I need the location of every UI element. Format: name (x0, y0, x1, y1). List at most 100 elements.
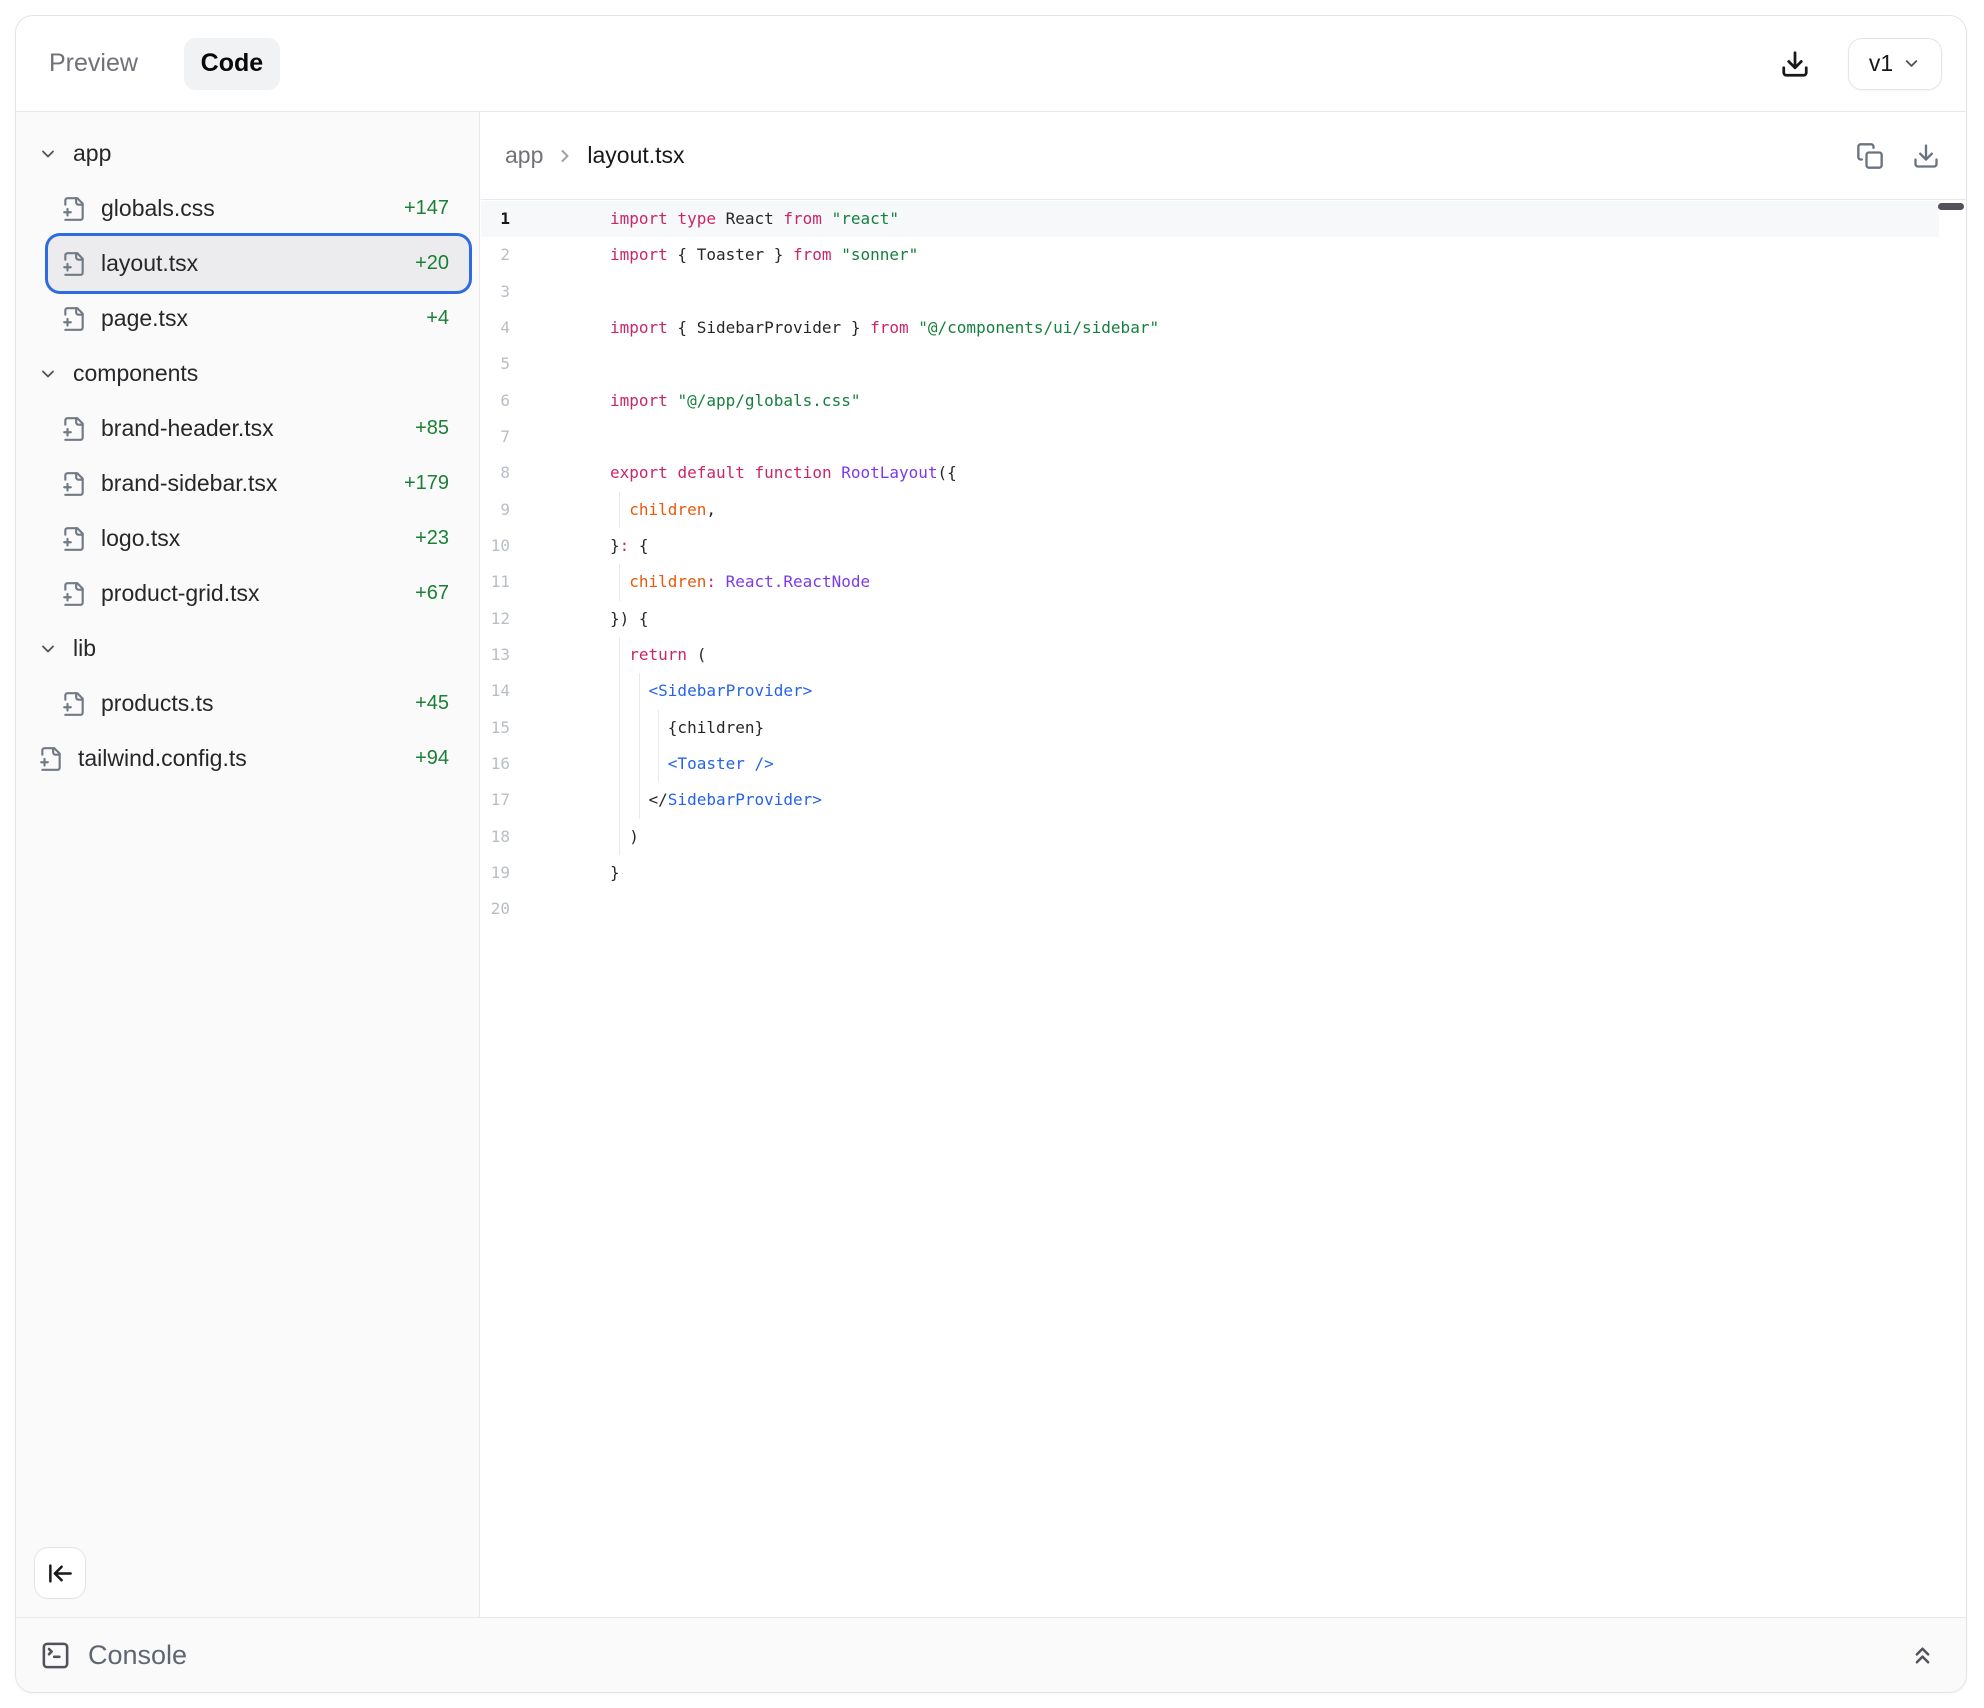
indent-guide (619, 819, 620, 855)
diff-added-count: +67 (415, 582, 469, 605)
code-line-17: 17 </SidebarProvider> (481, 782, 1939, 818)
code-line-5: 5 (481, 346, 1939, 382)
tab-code[interactable]: Code (184, 38, 280, 90)
tree-item-products-ts[interactable]: products.ts+45 (48, 676, 469, 731)
indent-guide (619, 673, 620, 709)
line-number: 13 (481, 637, 526, 673)
tree-item-layout-tsx[interactable]: layout.tsx+20 (48, 236, 469, 291)
file-tree-sidebar: appglobals.css+147layout.tsx+20page.tsx+… (16, 112, 480, 1617)
line-number: 12 (481, 601, 526, 637)
indent-guide (619, 746, 620, 782)
code-line-text: }: { (526, 528, 1939, 564)
diff-added-count: +179 (404, 472, 469, 495)
code-line-15: 15 {children} (481, 710, 1939, 746)
tree-item-label: product-grid.tsx (101, 580, 260, 607)
download-project-button[interactable] (1780, 49, 1810, 79)
code-line-2: 2import { Toaster } from "sonner" (481, 237, 1939, 273)
line-number: 14 (481, 673, 526, 709)
code-line-text: import "@/app/globals.css" (526, 383, 1939, 419)
tree-item-product-grid-tsx[interactable]: product-grid.tsx +67 (48, 566, 469, 621)
tree-item-logo-tsx[interactable]: logo.tsx +23 (48, 511, 469, 566)
tree-item-brand-header-tsx[interactable]: brand-header.tsx+85 (48, 401, 469, 456)
code-line-16: 16 <Toaster /> (481, 746, 1939, 782)
tree-item-brand-sidebar-tsx[interactable]: brand-sidebar.tsx +179 (48, 456, 469, 511)
diff-added-count: +147 (404, 197, 469, 220)
file-plus-icon (61, 471, 87, 497)
download-icon (1780, 49, 1810, 79)
line-number: 2 (481, 237, 526, 273)
indent-guide (619, 782, 620, 818)
tree-item-label: page.tsx (101, 305, 188, 332)
tab-preview[interactable]: Preview (49, 49, 138, 78)
code-line-text: }) { (526, 601, 1939, 637)
tree-item-label: brand-sidebar.tsx (101, 470, 277, 497)
chevron-down-icon (1902, 54, 1921, 73)
line-number: 4 (481, 310, 526, 346)
chevron-down-icon (38, 364, 58, 384)
indent-guide (619, 710, 620, 746)
tree-item-label: app (73, 140, 111, 167)
chevrons-up-icon[interactable] (1909, 1642, 1936, 1669)
diff-added-count: +20 (415, 252, 469, 275)
file-plus-icon (61, 196, 87, 222)
code-panel-header: app layout.tsx (481, 112, 1966, 200)
code-view-window: Preview Code v1 appglobals.css+147layout… (15, 15, 1967, 1693)
breadcrumb-file: layout.tsx (587, 142, 684, 169)
code-line-text: export default function RootLayout({ (526, 455, 1939, 491)
copy-icon (1856, 142, 1884, 170)
code-line-19: 19} (481, 855, 1939, 891)
diff-added-count: +94 (415, 747, 469, 770)
terminal-icon (40, 1640, 71, 1671)
code-line-text: import type React from "react" (526, 201, 1939, 237)
code-line-12: 12}) { (481, 601, 1939, 637)
file-plus-icon (61, 416, 87, 442)
indent-guide (639, 746, 640, 782)
tree-item-app[interactable]: app (30, 126, 469, 181)
tree-item-label: logo.tsx (101, 525, 180, 552)
panel-collapse-left-icon (47, 1560, 74, 1587)
code-editor: 1import type React from "react"2import {… (481, 200, 1966, 928)
tree-item-lib[interactable]: lib (30, 621, 469, 676)
line-number: 20 (481, 891, 526, 927)
file-plus-icon (61, 251, 87, 277)
code-line-text: ) (526, 819, 1939, 855)
console-bar[interactable]: Console (16, 1617, 1966, 1692)
code-line-text: <Toaster /> (526, 746, 1939, 782)
indent-guide (619, 637, 620, 673)
copy-code-button[interactable] (1856, 142, 1884, 170)
console-label: Console (88, 1640, 187, 1671)
tree-item-page-tsx[interactable]: page.tsx+4 (48, 291, 469, 346)
diff-added-count: +23 (415, 527, 469, 550)
breadcrumb: app layout.tsx (505, 142, 685, 169)
code-line-11: 11 children: React.ReactNode (481, 564, 1939, 600)
diff-added-count: +45 (415, 692, 469, 715)
indent-guide (658, 710, 659, 746)
tree-item-label: brand-header.tsx (101, 415, 274, 442)
code-line-20: 20 (481, 891, 1939, 927)
tree-item-globals-css[interactable]: globals.css+147 (48, 181, 469, 236)
chevron-down-icon (38, 639, 58, 659)
tree-item-components[interactable]: components (30, 346, 469, 401)
line-number: 3 (481, 274, 526, 310)
code-line-text: <SidebarProvider> (526, 673, 1939, 709)
tree-item-label: components (73, 360, 198, 387)
collapse-sidebar-button[interactable] (34, 1547, 86, 1599)
code-line-text: children: React.ReactNode (526, 564, 1939, 600)
file-plus-icon (38, 746, 64, 772)
code-line-9: 9 children, (481, 492, 1939, 528)
line-number: 7 (481, 419, 526, 455)
code-line-text: </SidebarProvider> (526, 782, 1939, 818)
code-line-text (526, 346, 1939, 382)
scrollbar-thumb[interactable] (1938, 203, 1964, 210)
version-selector[interactable]: v1 (1848, 38, 1942, 90)
tree-item-tailwind-config-ts[interactable]: tailwind.config.ts+94 (30, 731, 469, 786)
download-icon (1912, 142, 1940, 170)
code-line-7: 7 (481, 419, 1939, 455)
line-number: 17 (481, 782, 526, 818)
line-number: 9 (481, 492, 526, 528)
code-line-text (526, 274, 1939, 310)
download-file-button[interactable] (1912, 142, 1940, 170)
code-line-text: {children} (526, 710, 1939, 746)
code-line-14: 14 <SidebarProvider> (481, 673, 1939, 709)
chevron-down-icon (38, 144, 58, 164)
